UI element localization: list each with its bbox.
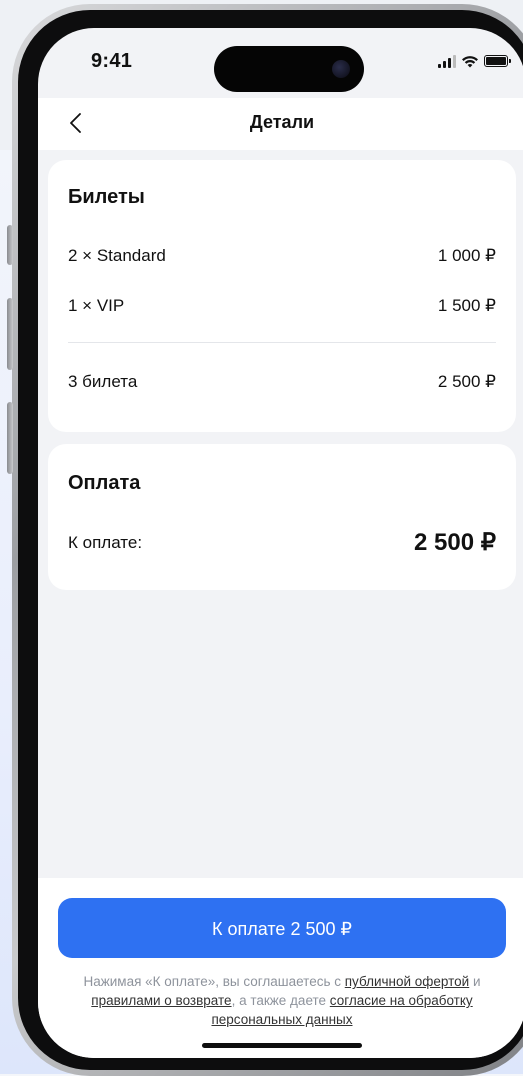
ticket-label: 1 × VIP [68, 296, 125, 315]
ticket-label: 2 × Standard [68, 246, 166, 265]
tickets-title: Билеты [68, 186, 145, 208]
payment-title: Оплата [68, 472, 141, 494]
legal-text: Нажимая «К оплате», вы соглашаетесь с [83, 974, 345, 989]
public-offer-link[interactable]: публичной офертой [345, 974, 469, 989]
tickets-summary-row: 3 билета 2 500 ₽ [68, 372, 496, 392]
tickets-summary-price: 2 500 ₽ [437, 372, 496, 391]
ticket-price: 1 000 ₽ [437, 246, 496, 265]
side-button-action [7, 225, 13, 265]
bottom-panel: К оплате 2 500 ₽ Нажимая «К оплате», вы … [38, 878, 523, 1058]
home-indicator [202, 1043, 362, 1048]
dynamic-island [214, 46, 364, 92]
status-bar: 9:41 [38, 28, 523, 98]
wifi-icon [462, 56, 478, 68]
amount-due-row: К оплате: 2 500 ₽ [68, 528, 496, 557]
status-icons [438, 54, 511, 68]
ticket-row: 2 × Standard 1 000 ₽ [68, 246, 496, 266]
side-button-volume-down [7, 402, 13, 474]
cellular-signal-icon [438, 54, 456, 68]
pay-button[interactable]: К оплате 2 500 ₽ [58, 898, 506, 958]
ticket-price: 1 500 ₽ [437, 296, 496, 315]
tickets-card: Билеты 2 × Standard 1 000 ₽ 1 × VIP 1 50… [48, 160, 516, 432]
side-button-volume-up [7, 298, 13, 370]
divider [68, 342, 496, 343]
legal-text: и [469, 974, 481, 989]
phone-screen: 9:41 Детали Билеты 2 × Standard 1 000 ₽ … [38, 28, 523, 1058]
front-camera [332, 60, 350, 78]
legal-text: , а также даете [231, 993, 330, 1008]
refund-rules-link[interactable]: правилами о возврате [91, 993, 231, 1008]
payment-card: Оплата К оплате: 2 500 ₽ [48, 444, 516, 590]
ticket-row: 1 × VIP 1 500 ₽ [68, 296, 496, 316]
amount-due-value: 2 500 ₽ [414, 529, 496, 556]
status-time: 9:41 [91, 50, 133, 72]
battery-icon [484, 55, 511, 67]
tickets-summary-label: 3 билета [68, 372, 138, 391]
legal-notice: Нажимая «К оплате», вы соглашаетесь с пу… [72, 972, 492, 1029]
amount-due-label: К оплате: [68, 532, 143, 552]
navigation-bar: Детали [38, 98, 523, 150]
page-title: Детали [249, 112, 315, 132]
